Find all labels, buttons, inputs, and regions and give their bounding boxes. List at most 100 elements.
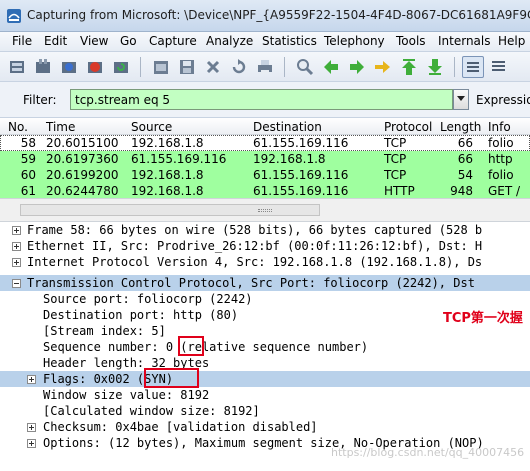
detail-calculated-window[interactable]: [Calculated window size: 8192]: [43, 403, 260, 419]
detail-ethernet[interactable]: Ethernet II, Src: Prodrive_26:12:bf (00:…: [27, 238, 482, 254]
sequence-value: 0: [165, 340, 174, 354]
packet-row[interactable]: 61 20.6244780 192.168.1.8 61.155.169.116 HTT…: [0, 183, 530, 199]
packet-cell-info: http: [488, 152, 513, 166]
menu-file[interactable]: File: [12, 34, 32, 48]
column-header-source[interactable]: Source: [131, 120, 172, 134]
packet-cell-time: 20.6244780: [46, 184, 119, 198]
detail-destination-port[interactable]: Destination port: http (80): [43, 307, 238, 323]
packet-row[interactable]: 60 20.6199200 192.168.1.8 61.155.169.116 TCP…: [0, 167, 530, 183]
packet-cell-destination: 61.155.169.116: [253, 184, 349, 198]
colorize-icon[interactable]: [462, 56, 484, 78]
sequence-highlight-box: [178, 336, 204, 356]
column-header-protocol[interactable]: Protocol: [384, 120, 432, 134]
expand-ip-icon[interactable]: [12, 258, 21, 267]
chevron-down-icon: [457, 96, 465, 101]
detail-sequence-number[interactable]: Sequence number: 0 (relative sequence nu…: [43, 339, 368, 355]
handshake-annotation: TCP第一次握: [443, 311, 523, 326]
packet-cell-source: 192.168.1.8: [131, 168, 204, 182]
menu-capture[interactable]: Capture: [149, 34, 197, 48]
packet-row[interactable]: 58 20.6015100 192.168.1.8 61.155.169.116 TCP…: [0, 135, 530, 151]
packet-cell-no: 59: [20, 152, 36, 166]
expand-flags-icon[interactable]: [27, 375, 36, 384]
packet-cell-no: 58: [20, 136, 36, 150]
toolbar-separator: [140, 57, 141, 77]
detail-ip[interactable]: Internet Protocol Version 4, Src: 192.16…: [27, 254, 482, 270]
packet-cell-info: folio: [488, 136, 514, 150]
interface-list-icon[interactable]: [6, 56, 28, 78]
find-packet-icon[interactable]: [294, 56, 316, 78]
go-back-icon[interactable]: [320, 56, 342, 78]
detail-tcp[interactable]: Transmission Control Protocol, Src Port:…: [27, 275, 475, 291]
reload-icon[interactable]: [228, 56, 250, 78]
expression-button[interactable]: Expression: [476, 93, 530, 107]
display-filter-input[interactable]: tcp.stream eq 5: [70, 89, 453, 110]
restart-capture-icon[interactable]: [110, 56, 132, 78]
column-header-info[interactable]: Info: [488, 120, 511, 134]
open-file-icon[interactable]: [150, 56, 172, 78]
close-file-icon[interactable]: [202, 56, 224, 78]
packet-cell-protocol: HTTP: [384, 184, 415, 198]
collapse-tcp-icon[interactable]: [12, 279, 21, 288]
expand-options-icon[interactable]: [27, 439, 36, 448]
menu-view[interactable]: View: [80, 34, 108, 48]
horizontal-scrollbar[interactable]: [20, 204, 320, 216]
go-forward-icon[interactable]: [346, 56, 368, 78]
detail-checksum[interactable]: Checksum: 0x4bae [validation disabled]: [43, 419, 318, 435]
go-first-icon[interactable]: [398, 56, 420, 78]
stop-capture-icon[interactable]: [84, 56, 106, 78]
packet-cell-info: GET /: [488, 184, 521, 198]
column-header-no[interactable]: No.: [8, 120, 28, 134]
packet-cell-length: 66: [457, 152, 473, 166]
save-file-icon[interactable]: [176, 56, 198, 78]
detail-stream-index[interactable]: [Stream index: 5]: [43, 323, 166, 339]
expand-checksum-icon[interactable]: [27, 423, 36, 432]
packet-cell-source: 192.168.1.8: [131, 136, 204, 150]
toolbar-separator: [454, 57, 455, 77]
packet-cell-source: 61.155.169.116: [131, 152, 227, 166]
watermark-text: https://blog.csdn.net/qq_40007456: [331, 446, 525, 459]
packet-cell-destination: 61.155.169.116: [253, 136, 349, 150]
start-capture-icon[interactable]: [58, 56, 80, 78]
detail-window-size[interactable]: Window size value: 8192: [43, 387, 209, 403]
packet-cell-length: 54: [457, 168, 473, 182]
flags-label: Flags: 0x002: [43, 372, 137, 386]
packet-cell-source: 192.168.1.8: [131, 184, 204, 198]
detail-source-port[interactable]: Source port: foliocorp (2242): [43, 291, 253, 307]
menu-analyze[interactable]: Analyze: [206, 34, 253, 48]
detail-frame[interactable]: Frame 58: 66 bytes on wire (528 bits), 6…: [27, 222, 482, 238]
menu-tools[interactable]: Tools: [396, 34, 426, 48]
print-icon[interactable]: [254, 56, 276, 78]
auto-scroll-icon[interactable]: [488, 56, 510, 78]
column-header-destination[interactable]: Destination: [253, 120, 322, 134]
menu-go[interactable]: Go: [120, 34, 137, 48]
toolbar-separator: [284, 57, 285, 77]
menu-statistics[interactable]: Statistics: [262, 34, 317, 48]
column-header-length[interactable]: Length: [440, 120, 481, 134]
packet-row[interactable]: 59 20.6197360 61.155.169.116 192.168.1.8 TCP…: [0, 151, 530, 167]
go-to-packet-icon[interactable]: [372, 56, 394, 78]
filter-bar: Filter: tcp.stream eq 5 Expression: [0, 82, 530, 118]
packet-cell-destination: 61.155.169.116: [253, 168, 349, 182]
packet-cell-protocol: TCP: [384, 152, 407, 166]
go-last-icon[interactable]: [424, 56, 446, 78]
menu-internals[interactable]: Internals: [438, 34, 491, 48]
menu-telephony[interactable]: Telephony: [324, 34, 385, 48]
packet-list-header: No. Time Source Destination Protocol Len…: [0, 118, 530, 135]
packet-cell-time: 20.6199200: [46, 168, 119, 182]
sequence-label: Sequence number:: [43, 340, 166, 354]
expand-ethernet-icon[interactable]: [12, 242, 21, 251]
packet-cell-info: folio: [488, 168, 514, 182]
packet-cell-protocol: TCP: [384, 136, 407, 150]
packet-cell-protocol: TCP: [384, 168, 407, 182]
menu-edit[interactable]: Edit: [44, 34, 67, 48]
expand-frame-icon[interactable]: [12, 226, 21, 235]
capture-options-icon[interactable]: [32, 56, 54, 78]
pane-divider: [0, 198, 530, 222]
menu-help[interactable]: Help: [498, 34, 525, 48]
packet-cell-length: 66: [457, 136, 473, 150]
wireshark-app-icon: [6, 8, 22, 24]
splitter-grip[interactable]: [258, 209, 272, 212]
filter-dropdown-button[interactable]: [453, 89, 469, 110]
column-header-time[interactable]: Time: [46, 120, 75, 134]
window-title: Capturing from Microsoft: \Device\NPF_{A…: [27, 8, 530, 22]
